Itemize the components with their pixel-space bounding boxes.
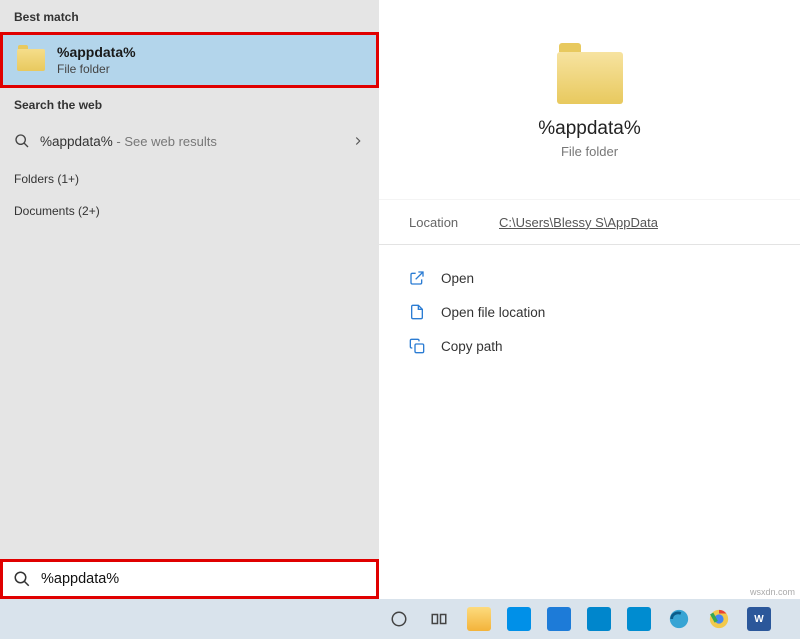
preview-panel: %appdata% File folder Location C:\Users\… bbox=[379, 0, 800, 599]
action-open[interactable]: Open bbox=[409, 261, 770, 295]
best-match-text: %appdata% File folder bbox=[57, 44, 136, 76]
search-web-header: Search the web bbox=[0, 88, 379, 120]
documents-header[interactable]: Documents (2+) bbox=[0, 194, 379, 226]
copy-icon bbox=[409, 338, 425, 354]
best-match-result[interactable]: %appdata% File folder bbox=[0, 32, 379, 88]
chrome-icon bbox=[707, 607, 731, 631]
preview-subtitle: File folder bbox=[379, 144, 800, 159]
taskbar-word[interactable]: W bbox=[739, 599, 779, 639]
taskbar-cortana[interactable] bbox=[379, 599, 419, 639]
preview-header: %appdata% File folder bbox=[379, 52, 800, 159]
task-view-icon bbox=[430, 610, 448, 628]
folder-icon bbox=[557, 52, 623, 104]
action-open-location[interactable]: Open file location bbox=[409, 295, 770, 329]
action-copy-path-label: Copy path bbox=[441, 339, 503, 354]
location-label: Location bbox=[409, 215, 499, 230]
best-match-subtitle: File folder bbox=[57, 62, 136, 76]
word-icon: W bbox=[747, 607, 771, 631]
web-search-result[interactable]: %appdata% - See web results bbox=[0, 120, 379, 162]
folders-header[interactable]: Folders (1+) bbox=[0, 162, 379, 194]
taskbar-edge[interactable] bbox=[659, 599, 699, 639]
taskbar-mail[interactable] bbox=[499, 599, 539, 639]
watermark: wsxdn.com bbox=[750, 587, 795, 597]
best-match-title: %appdata% bbox=[57, 44, 136, 60]
search-results-panel: Best match %appdata% File folder Search … bbox=[0, 0, 379, 599]
chevron-right-icon bbox=[351, 134, 365, 148]
action-open-location-label: Open file location bbox=[441, 305, 545, 320]
file-explorer-icon bbox=[467, 607, 491, 631]
action-open-label: Open bbox=[441, 271, 474, 286]
mail-icon bbox=[507, 607, 531, 631]
edge-icon bbox=[667, 607, 691, 631]
web-result-term: %appdata% bbox=[40, 134, 113, 149]
search-box[interactable] bbox=[0, 559, 379, 599]
taskbar: W bbox=[0, 599, 800, 639]
open-icon bbox=[409, 270, 425, 286]
taskbar-store[interactable] bbox=[579, 599, 619, 639]
taskbar-app-1[interactable] bbox=[539, 599, 579, 639]
preview-title: %appdata% bbox=[379, 118, 800, 140]
folder-icon bbox=[17, 49, 45, 71]
app-icon bbox=[627, 607, 651, 631]
taskbar-task-view[interactable] bbox=[419, 599, 459, 639]
action-copy-path[interactable]: Copy path bbox=[409, 329, 770, 363]
location-row[interactable]: Location C:\Users\Blessy S\AppData bbox=[379, 199, 800, 245]
taskbar-chrome[interactable] bbox=[699, 599, 739, 639]
search-input[interactable] bbox=[41, 571, 366, 587]
search-icon bbox=[13, 570, 31, 588]
file-location-icon bbox=[409, 304, 425, 320]
cortana-icon bbox=[390, 610, 408, 628]
web-result-suffix: - See web results bbox=[113, 134, 217, 149]
taskbar-app-2[interactable] bbox=[619, 599, 659, 639]
app-icon bbox=[547, 607, 571, 631]
web-result-text: %appdata% - See web results bbox=[40, 134, 217, 149]
search-icon bbox=[14, 133, 30, 149]
actions-list: Open Open file location Copy path bbox=[379, 245, 800, 379]
taskbar-file-explorer[interactable] bbox=[459, 599, 499, 639]
best-match-header: Best match bbox=[0, 0, 379, 32]
store-icon bbox=[587, 607, 611, 631]
location-value: C:\Users\Blessy S\AppData bbox=[499, 215, 658, 230]
